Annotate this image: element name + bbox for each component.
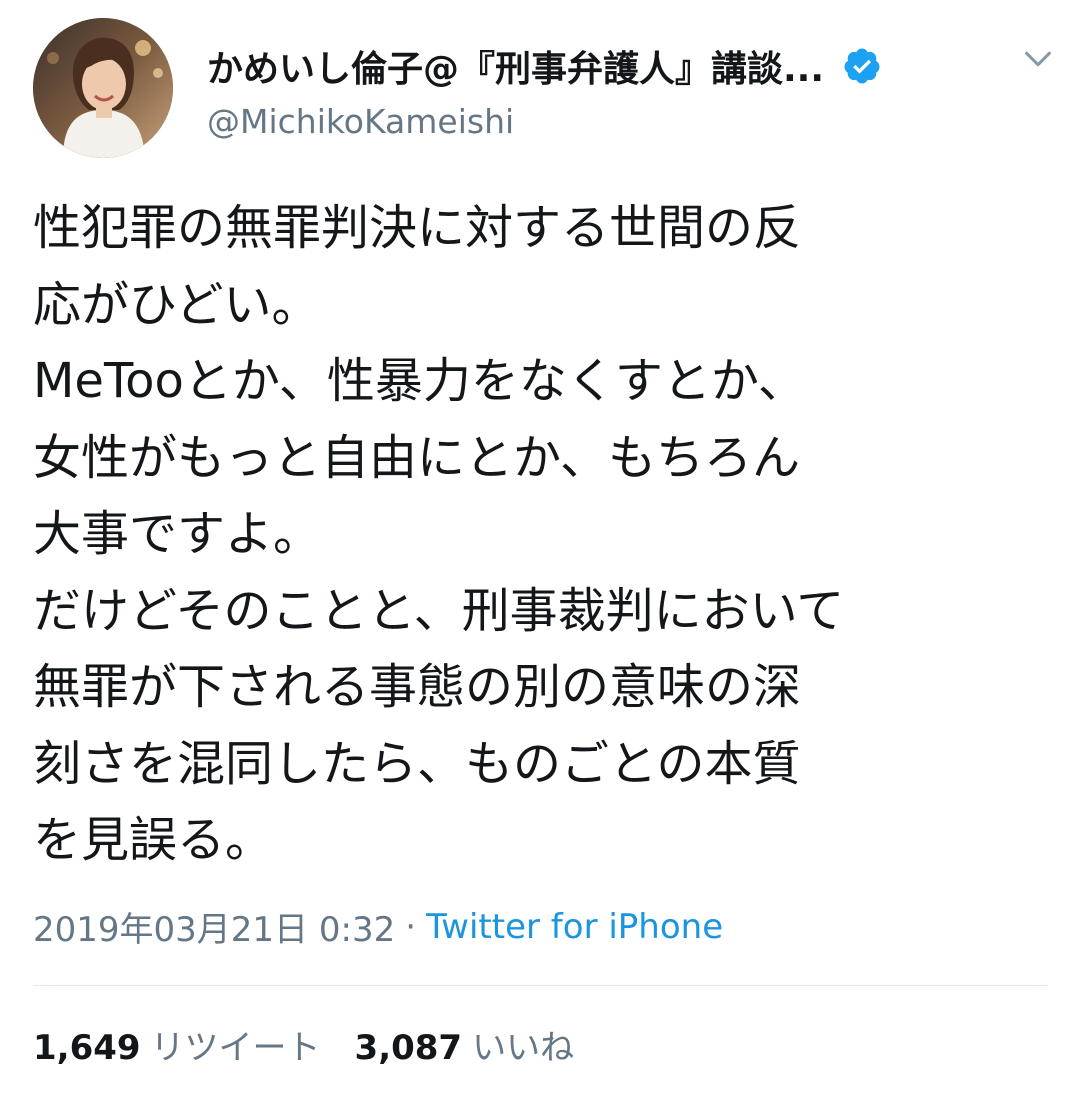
author-handle[interactable]: @MichikoKameishi xyxy=(207,102,514,141)
avatar[interactable] xyxy=(33,18,173,158)
name-row: かめいし倫子@『刑事弁護人』講談... xyxy=(207,36,882,96)
display-name[interactable]: かめいし倫子@『刑事弁護人』講談... xyxy=(207,40,824,92)
avatar-photo xyxy=(33,18,173,158)
retweets-stat[interactable]: 1,649 リツイート xyxy=(33,1020,321,1069)
verified-badge-icon xyxy=(844,48,880,84)
tweet-text-line: 性犯罪の無罪判決に対する世間の反 xyxy=(33,200,802,256)
tweet-header: かめいし倫子@『刑事弁護人』講談... @MichikoKameishi xyxy=(33,18,1053,163)
tweet-text: 性犯罪の無罪判決に対する世間の反 応がひどい。 MeTooとか、性暴力をなくすと… xyxy=(33,190,1048,879)
tweet-meta: 2019年03月21日 0:32 · Twitter for iPhone xyxy=(33,902,723,951)
likes-count: 3,087 xyxy=(354,1028,463,1068)
tweet-text-line: 刻さを混同したら、ものごとの本質 xyxy=(33,735,801,792)
tweet-text-line: MeTooとか、性暴力をなくすとか、 xyxy=(33,353,806,409)
tweet-timestamp[interactable]: 2019年03月21日 0:32 xyxy=(33,902,395,951)
tweet-stats: 1,649 リツイート 3,087 いいね xyxy=(33,1020,574,1069)
retweets-count: 1,649 xyxy=(33,1028,141,1068)
tweet-text-line: を見誤る。 xyxy=(33,812,274,868)
retweets-label: リツイート xyxy=(150,1028,321,1068)
tweet-detail: かめいし倫子@『刑事弁護人』講談... @MichikoKameishi 性犯罪… xyxy=(0,0,1080,1096)
tweet-text-line: 大事ですよ。 xyxy=(33,506,322,562)
tweet-source-link[interactable]: Twitter for iPhone xyxy=(426,907,723,947)
tweet-text-line: 女性がもっと自由にとか、もちろん xyxy=(33,429,801,486)
tweet-text-line: 無罪が下される事態の別の意味の深 xyxy=(33,659,802,715)
likes-label: いいね xyxy=(472,1028,575,1068)
tweet-text-line: 応がひどい。 xyxy=(33,276,320,333)
likes-stat[interactable]: 3,087 いいね xyxy=(355,1020,575,1069)
divider xyxy=(33,985,1048,986)
tweet-text-line: だけどそのことと、刑事裁判において xyxy=(33,582,845,639)
meta-separator: · xyxy=(405,906,417,947)
chevron-down-icon[interactable] xyxy=(1021,42,1055,76)
